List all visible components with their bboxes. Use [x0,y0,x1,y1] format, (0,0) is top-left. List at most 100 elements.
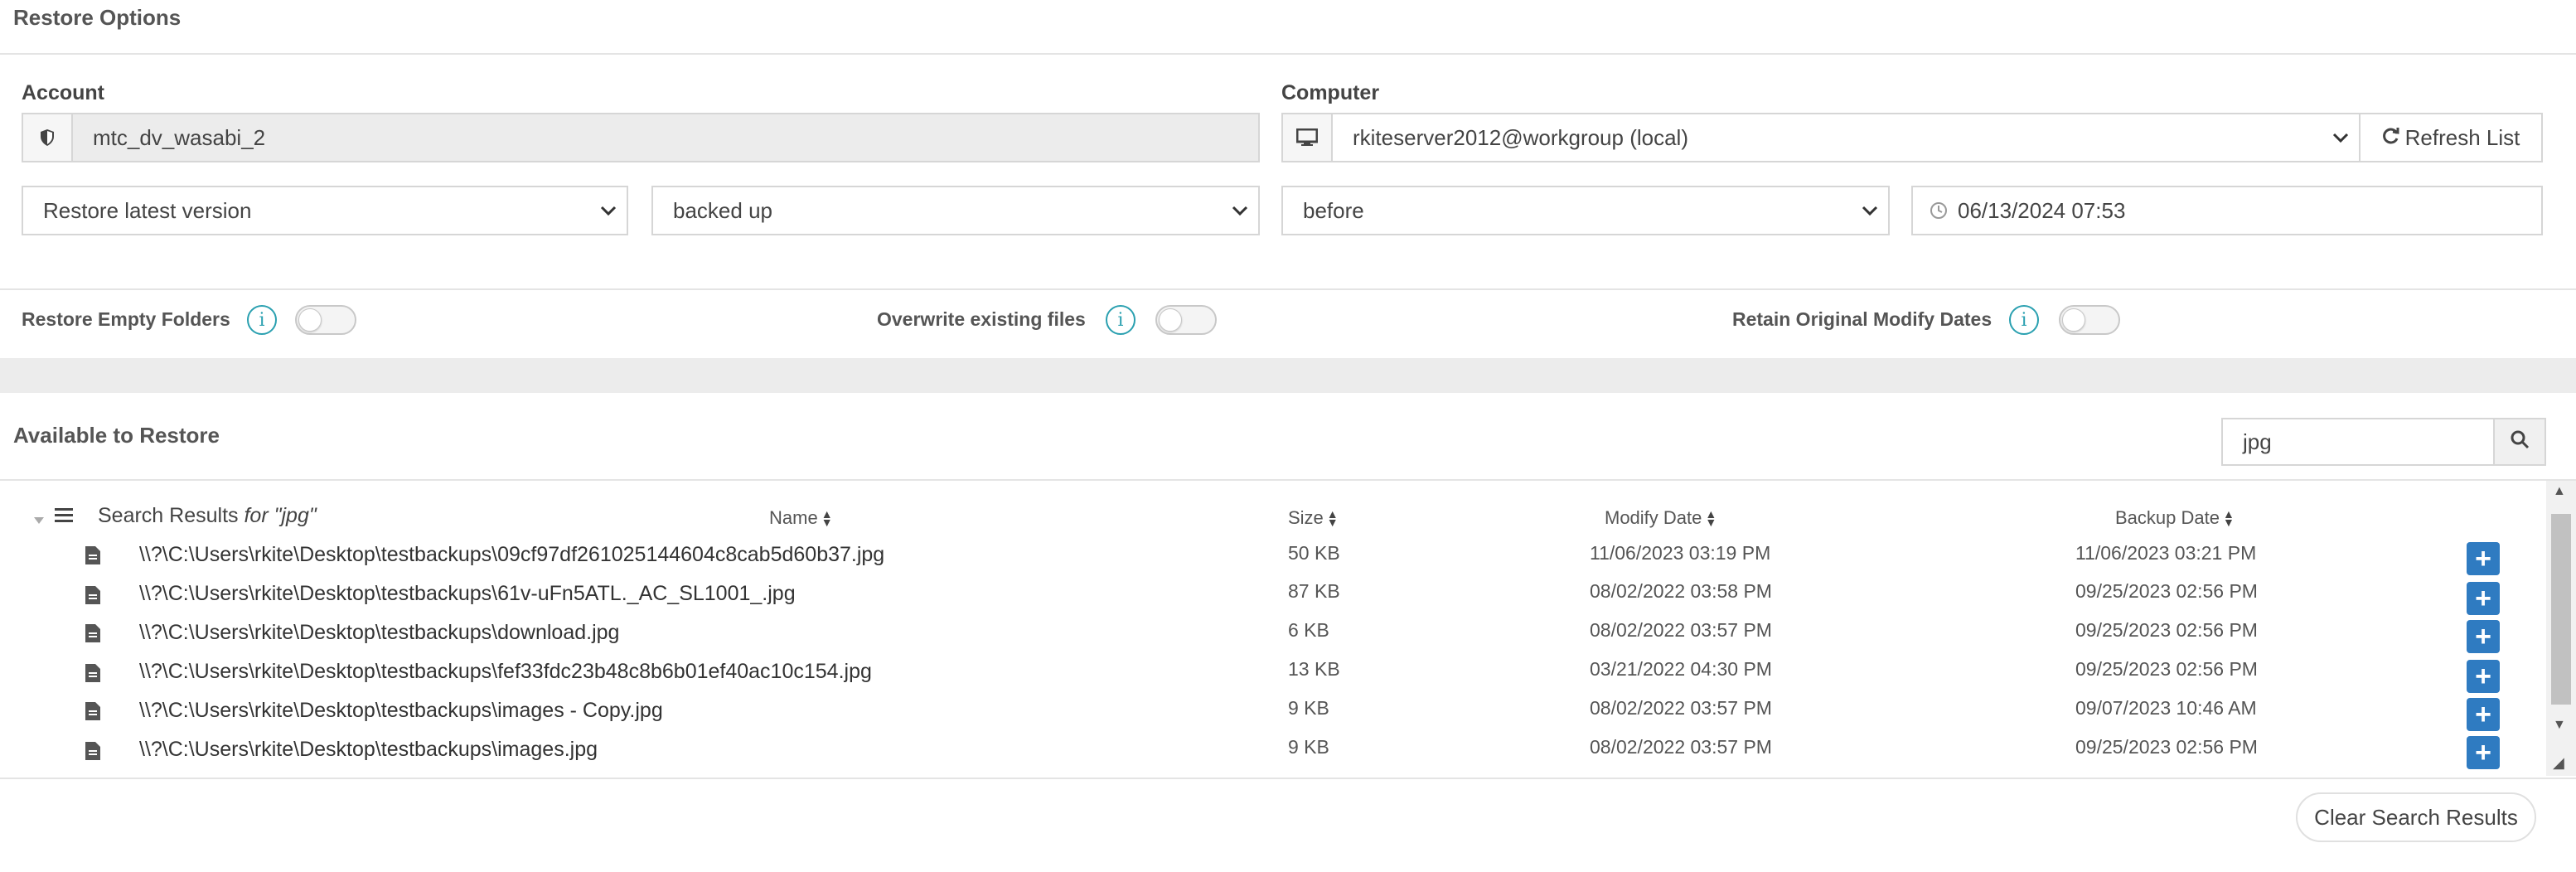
backup-date: 11/06/2023 03:21 PM [2075,542,2257,564]
file-path[interactable]: \\?\C:\Users\rkite\Desktop\testbackups\i… [139,699,663,723]
search-results-label: Search Results [98,504,239,527]
collapse-caret-icon[interactable] [33,514,45,529]
version-select-value: Restore latest version [43,197,252,223]
restore-empty-folders-toggle[interactable] [295,305,356,335]
modify-date: 03/21/2022 04:30 PM [1590,658,1772,680]
computer-label: Computer [1281,81,1380,104]
column-backup-date[interactable]: Backup Date ▲ ▼ [2115,507,2235,529]
file-size: 13 KB [1288,658,1340,680]
chevron-down-icon [590,205,627,216]
backup-date: 09/25/2023 02:56 PM [2075,658,2258,680]
shield-icon [23,114,73,161]
divider [0,479,2576,481]
divider [0,778,2576,779]
refresh-list-label: Refresh List [2404,124,2520,150]
retain-modify-dates-label: Retain Original Modify Dates [1732,308,1993,330]
search-results-query: for "jpg" [244,504,317,527]
add-to-restore-button[interactable]: + [2467,582,2500,615]
version-select[interactable]: Restore latest version [22,186,628,235]
info-icon[interactable]: i [247,305,277,335]
modify-date: 08/02/2022 03:57 PM [1590,619,1772,641]
scroll-down-icon[interactable]: ▼ [2553,718,2566,733]
overwrite-existing-files-label: Overwrite existing files [877,308,1086,330]
resize-grip-icon[interactable]: ◢ [2553,754,2564,772]
file-size: 9 KB [1288,697,1329,719]
file-icon [85,623,101,643]
search-value: jpg [2243,429,2272,454]
divider [0,288,2576,290]
modify-date: 11/06/2023 03:19 PM [1590,542,1771,564]
add-to-restore-button[interactable]: + [2467,698,2500,731]
sort-icon: ▲ ▼ [2222,507,2235,529]
overwrite-existing-files-toggle[interactable] [1155,305,1217,335]
file-icon [85,545,101,565]
divider [0,53,2576,55]
search-icon [2510,429,2530,455]
file-path[interactable]: \\?\C:\Users\rkite\Desktop\testbackups\i… [139,738,598,762]
retain-modify-dates-toggle[interactable] [2059,305,2120,335]
file-icon [85,663,101,683]
datetime-value: 06/13/2024 07:53 [1958,197,2126,223]
file-path[interactable]: \\?\C:\Users\rkite\Desktop\testbackups\6… [139,582,796,606]
clock-icon [1913,201,1948,220]
file-size: 87 KB [1288,580,1340,602]
datetime-input[interactable]: 06/13/2024 07:53 [1911,186,2543,235]
add-to-restore-button[interactable]: + [2467,620,2500,653]
account-field: mtc_dv_wasabi_2 [22,113,1260,162]
chevron-down-icon [1222,205,1258,216]
search-results-heading: Search Results for "jpg" [98,504,317,528]
clear-search-results-button[interactable]: Clear Search Results [2296,792,2536,842]
file-path[interactable]: \\?\C:\Users\rkite\Desktop\testbackups\0… [139,543,884,567]
column-name-label: Name [769,507,818,528]
status-select-value: backed up [673,197,772,223]
file-icon [85,741,101,761]
available-title: Available to Restore [13,423,220,448]
column-modify-label: Modify Date [1605,507,1702,528]
restore-empty-folders-label: Restore Empty Folders [22,308,230,330]
when-select-value: before [1303,197,1364,223]
column-name[interactable]: Name ▲ ▼ [769,507,833,529]
file-path[interactable]: \\?\C:\Users\rkite\Desktop\testbackups\d… [139,621,619,645]
column-size[interactable]: Size ▲ ▼ [1288,507,1339,529]
info-icon[interactable]: i [2009,305,2039,335]
sort-icon: ▲ ▼ [1326,507,1339,529]
modify-date: 08/02/2022 03:57 PM [1590,697,1772,719]
modify-date: 08/02/2022 03:58 PM [1590,580,1772,602]
backup-date: 09/25/2023 02:56 PM [2075,580,2258,602]
sort-icon: ▲ ▼ [821,507,833,529]
scroll-thumb[interactable] [2551,514,2571,705]
refresh-list-button[interactable]: Refresh List [2359,113,2543,162]
add-to-restore-button[interactable]: + [2467,660,2500,693]
chevron-down-icon [1852,205,1888,216]
backup-date: 09/25/2023 02:56 PM [2075,736,2258,758]
search-button[interactable] [2493,418,2546,466]
chevron-down-icon [2322,132,2359,143]
sort-icon: ▲ ▼ [1705,507,1717,529]
when-select[interactable]: before [1281,186,1890,235]
file-icon [85,701,101,721]
menu-icon[interactable] [55,507,73,528]
restore-options-title: Restore Options [13,5,182,30]
column-backup-label: Backup Date [2115,507,2220,528]
column-size-label: Size [1288,507,1324,528]
add-to-restore-button[interactable]: + [2467,542,2500,575]
backup-date: 09/07/2023 10:46 AM [2075,697,2257,719]
results-scrollbar[interactable]: ▲ ▼ ◢ [2546,481,2576,776]
search-input[interactable]: jpg [2221,418,2495,466]
computer-select[interactable]: rkiteserver2012@workgroup (local) [1281,113,2361,162]
file-size: 6 KB [1288,619,1329,641]
file-size: 9 KB [1288,736,1329,758]
status-select[interactable]: backed up [651,186,1260,235]
section-separator [0,358,2576,393]
modify-date: 08/02/2022 03:57 PM [1590,736,1772,758]
add-to-restore-button[interactable]: + [2467,736,2500,769]
scroll-up-icon[interactable]: ▲ [2553,484,2566,499]
refresh-icon [2382,125,2400,151]
monitor-icon [1283,114,1333,161]
info-icon[interactable]: i [1106,305,1135,335]
account-label: Account [22,81,104,104]
file-size: 50 KB [1288,542,1340,564]
column-modify-date[interactable]: Modify Date ▲ ▼ [1605,507,1717,529]
computer-value: rkiteserver2012@workgroup (local) [1353,124,1688,150]
file-path[interactable]: \\?\C:\Users\rkite\Desktop\testbackups\f… [139,660,872,684]
